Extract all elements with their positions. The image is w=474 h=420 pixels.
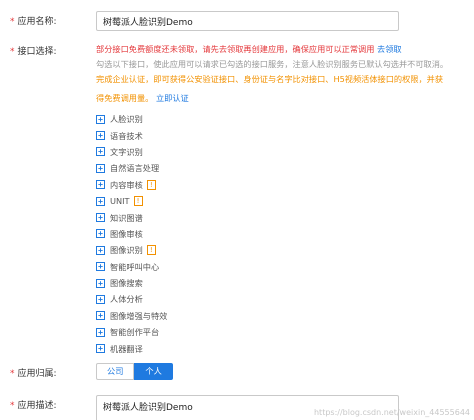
api-item-label: 图像审核	[110, 228, 143, 239]
api-item[interactable]: + 机器翻译	[96, 340, 336, 356]
api-item-label: 智能呼叫中心	[110, 261, 160, 272]
api-select-label: * 接口选择:	[10, 47, 57, 57]
plus-square-icon[interactable]: +	[96, 163, 105, 173]
api-item[interactable]: + 知识图谱	[96, 209, 336, 225]
plus-square-icon[interactable]: +	[96, 131, 105, 141]
verify-now-link[interactable]: 立即认证	[156, 93, 189, 103]
api-item[interactable]: + 人脸识别	[96, 111, 336, 127]
warning-icon: !	[146, 179, 156, 190]
api-item[interactable]: + 语音技术	[96, 127, 336, 143]
api-item[interactable]: + 人体分析	[96, 291, 336, 307]
free-quota-notice: 部分接口免费额度还未领取，请先去领取再创建应用，确保应用可以正常调用 去领取	[96, 44, 402, 54]
api-item-label: 图像增强与特效	[110, 310, 168, 321]
api-item[interactable]: + 图像审核	[96, 226, 336, 242]
app-name-label: * 应用名称:	[10, 17, 57, 27]
warning-icon: !	[133, 196, 143, 207]
api-item[interactable]: + 智能创作平台	[96, 324, 336, 340]
api-item[interactable]: + UNIT!	[96, 193, 336, 209]
app-name-input[interactable]	[96, 11, 399, 31]
plus-square-icon[interactable]: +	[96, 344, 105, 354]
api-item[interactable]: + 文字识别	[96, 144, 336, 160]
plus-square-icon[interactable]: +	[96, 262, 105, 272]
app-desc-label: * 应用描述:	[10, 401, 57, 411]
api-item-label: 智能创作平台	[110, 327, 160, 338]
api-item-label: 语音技术	[110, 130, 143, 141]
api-item-label: 自然语言处理	[110, 163, 160, 174]
api-item[interactable]: + 智能呼叫中心	[96, 259, 336, 275]
watermark: https://blog.csdn.net/weixin_44555644	[313, 408, 470, 417]
api-item-label: UNIT	[110, 196, 130, 207]
api-item-label: 机器翻译	[110, 343, 143, 354]
enterprise-cert-notice: 完成企业认证，即可获得公安验证接口、身份证与名字比对接口、H5视频活体接口的权限…	[96, 74, 444, 84]
api-item-label: 人体分析	[110, 294, 143, 305]
api-item-label: 内容审核	[110, 179, 143, 190]
api-item-label: 图像识别	[110, 245, 143, 256]
plus-square-icon[interactable]: +	[96, 245, 105, 255]
api-item-label: 图像搜索	[110, 278, 143, 289]
plus-square-icon[interactable]: +	[96, 147, 105, 157]
plus-square-icon[interactable]: +	[96, 294, 105, 304]
plus-square-icon[interactable]: +	[96, 229, 105, 239]
api-item[interactable]: + 内容审核!	[96, 177, 336, 193]
api-item-label: 人脸识别	[110, 114, 143, 125]
plus-square-icon[interactable]: +	[96, 278, 105, 288]
warning-icon: !	[146, 245, 156, 256]
plus-square-icon[interactable]: +	[96, 180, 105, 190]
claim-quota-link[interactable]: 去领取	[377, 44, 402, 54]
owner-personal-button[interactable]: 个人	[134, 363, 173, 380]
api-item-label: 知识图谱	[110, 212, 143, 223]
plus-square-icon[interactable]: +	[96, 311, 105, 321]
app-owner-toggle: 公司 个人	[96, 363, 173, 380]
api-item[interactable]: + 自然语言处理	[96, 160, 336, 176]
owner-company-button[interactable]: 公司	[96, 363, 135, 380]
api-item[interactable]: + 图像搜索	[96, 275, 336, 291]
api-tree: + 人脸识别 + 语音技术 + 文字识别 + 自然语言处理 + 内容审核! + UNIT! + 知识图谱 +…	[96, 111, 336, 357]
plus-square-icon[interactable]: +	[96, 327, 105, 337]
plus-square-icon[interactable]: +	[96, 196, 105, 206]
api-select-hint: 勾选以下接口，使此应用可以请求已勾选的接口服务，注意人脸识别服务已默认勾选并不可…	[96, 59, 449, 69]
api-item[interactable]: + 图像识别!	[96, 242, 336, 258]
plus-square-icon[interactable]: +	[96, 114, 105, 124]
api-item-label: 文字识别	[110, 146, 143, 157]
plus-square-icon[interactable]: +	[96, 213, 105, 223]
api-item[interactable]: + 图像增强与特效	[96, 308, 336, 324]
app-owner-label: * 应用归属:	[10, 369, 57, 379]
enterprise-cert-notice-2: 得免费调用量。 立即认证	[96, 93, 189, 103]
